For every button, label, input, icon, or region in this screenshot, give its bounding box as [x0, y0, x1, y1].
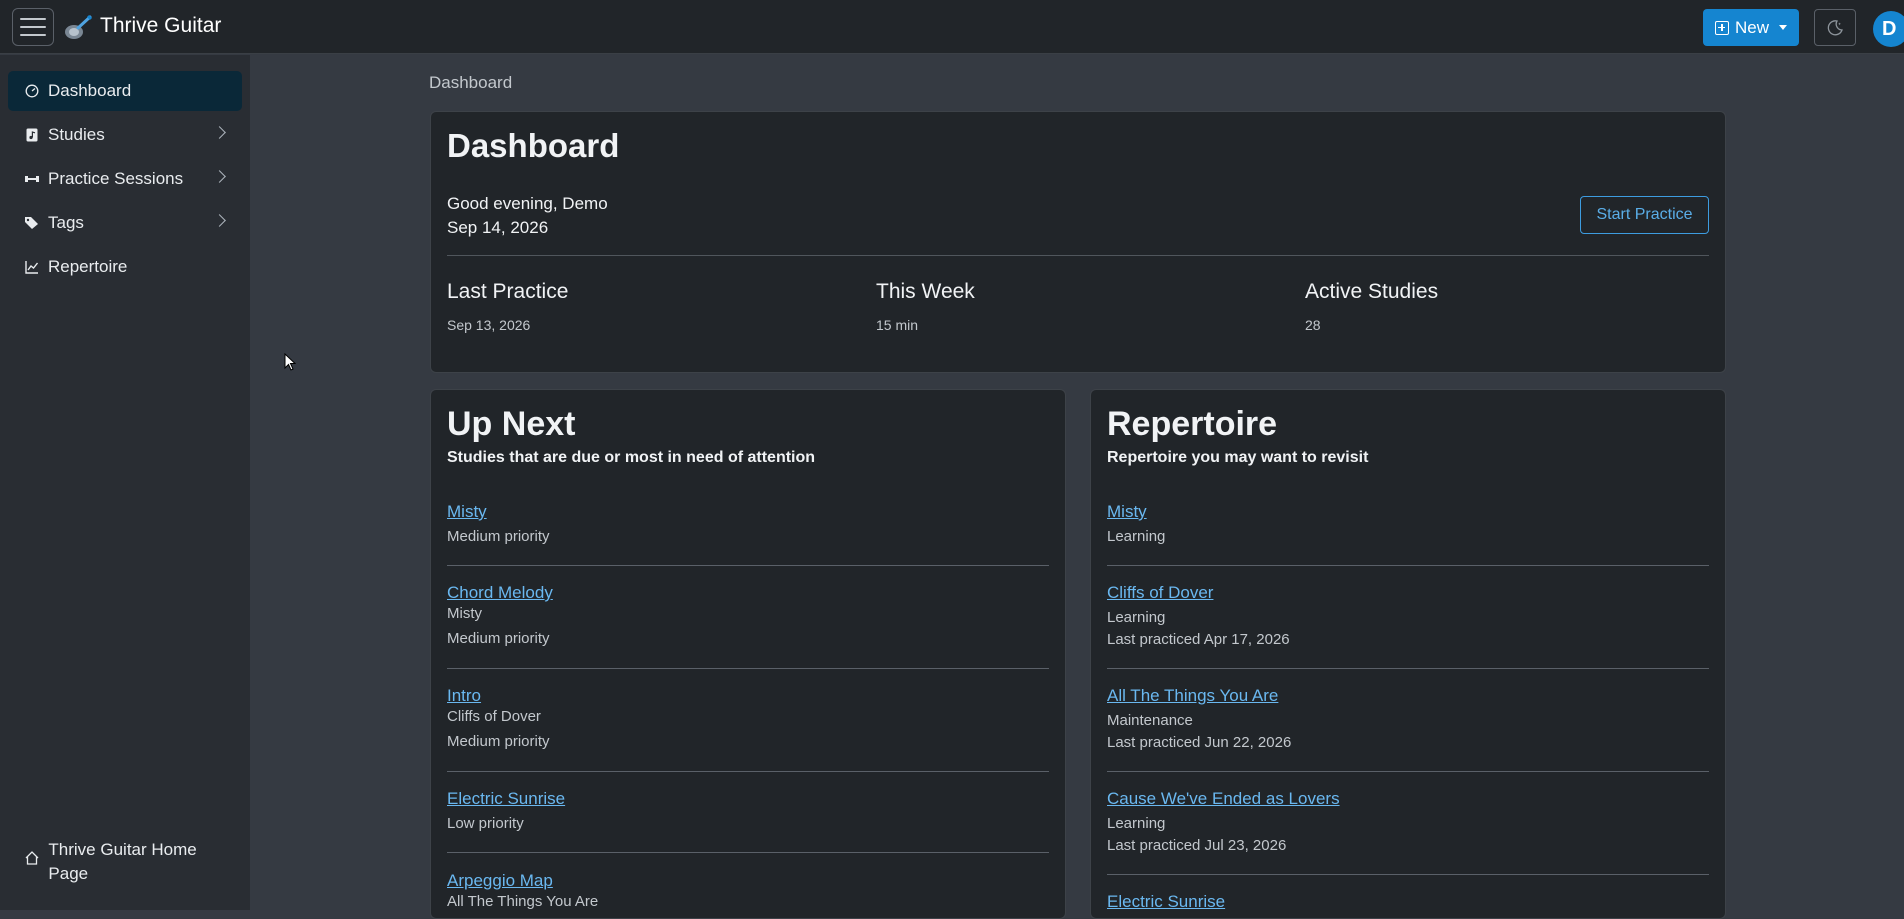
stat-this-week: This Week 15 min [876, 280, 975, 333]
sidebar-item-tags[interactable]: Tags [8, 203, 242, 243]
stat-value: Sep 13, 2026 [447, 317, 531, 333]
study-link[interactable]: Electric Sunrise [447, 789, 1049, 809]
item-detail: Maintenance [1107, 712, 1193, 729]
item-detail: Last practiced Apr 17, 2026 [1107, 631, 1290, 648]
new-dropdown-button[interactable]: New [1703, 9, 1799, 46]
greeting-text: Good evening, Demo [447, 194, 608, 213]
chevron-right-icon [213, 170, 226, 183]
study-link[interactable]: Intro [447, 686, 1049, 706]
study-link[interactable]: Arpeggio Map [447, 871, 1049, 891]
divider [447, 668, 1049, 669]
tags-icon [24, 215, 40, 231]
item-detail: Low priority [447, 815, 524, 832]
dumbbell-icon [24, 171, 40, 187]
item-detail: Medium priority [447, 630, 550, 647]
sidebar-item-repertoire[interactable]: Repertoire [8, 247, 242, 287]
sidebar-item-label: Repertoire [48, 257, 128, 276]
guitar-logo-icon [65, 14, 92, 39]
repertoire-link[interactable]: All The Things You Are [1107, 686, 1709, 706]
start-practice-button[interactable]: Start Practice [1580, 196, 1709, 234]
app-brand[interactable]: Thrive Guitar [100, 14, 221, 38]
sidebar-item-label: Tags [48, 213, 84, 232]
list-item: Electric Sunrise [1107, 892, 1709, 912]
item-detail: Learning [1107, 528, 1166, 545]
divider [1107, 874, 1709, 875]
stat-value: 15 min [876, 317, 919, 333]
sidebar-item-dashboard[interactable]: Dashboard [8, 71, 242, 111]
divider [447, 255, 1709, 256]
plus-square-icon [1714, 20, 1729, 35]
repertoire-subtitle: Repertoire you may want to revisit [1107, 449, 1369, 466]
divider [1107, 668, 1709, 669]
repertoire-link[interactable]: Cliffs of Dover [1107, 583, 1709, 603]
item-detail: Medium priority [447, 733, 550, 750]
divider [1107, 771, 1709, 772]
up-next-subtitle: Studies that are due or most in need of … [447, 449, 816, 466]
divider [447, 771, 1049, 772]
chevron-right-icon [213, 214, 226, 227]
chart-line-icon [24, 259, 40, 275]
house-icon [24, 838, 40, 886]
top-navbar: Thrive Guitar New D [0, 0, 1904, 54]
sidebar-item-studies[interactable]: Studies [8, 115, 242, 155]
sidebar-home-link[interactable]: Thrive Guitar Home Page [24, 838, 224, 886]
list-item: Electric Sunrise Low priority [447, 789, 1049, 835]
item-detail: Cliffs of Dover [447, 708, 541, 725]
file-music-icon [24, 127, 40, 143]
list-item: Cliffs of Dover Learning Last practiced … [1107, 583, 1709, 651]
repertoire-link[interactable]: Electric Sunrise [1107, 892, 1709, 912]
caret-down-icon [1779, 25, 1787, 30]
repertoire-link[interactable]: Misty [1107, 502, 1709, 522]
stat-active-studies: Active Studies 28 [1305, 280, 1438, 333]
item-detail: Last practiced Jul 23, 2026 [1107, 837, 1287, 854]
item-detail: Last practiced Jun 22, 2026 [1107, 734, 1292, 751]
divider [447, 565, 1049, 566]
list-item: Arpeggio Map All The Things You Are [447, 871, 1049, 913]
new-button-label: New [1734, 17, 1769, 37]
divider [1107, 565, 1709, 566]
stat-value: 28 [1305, 317, 1321, 333]
list-item: Chord Melody Misty Medium priority [447, 583, 1049, 650]
item-detail: Learning [1107, 815, 1166, 832]
list-item: Misty Medium priority [447, 502, 1049, 548]
gauge-icon [24, 83, 40, 99]
dashboard-card: Dashboard Good evening, Demo Sep 14, 202… [430, 111, 1726, 373]
divider [447, 852, 1049, 853]
list-item: Misty Learning [1107, 502, 1709, 548]
sidebar-item-label: Studies [48, 125, 105, 144]
greeting-block: Good evening, Demo Sep 14, 2026 [447, 192, 608, 240]
chevron-right-icon [213, 126, 226, 139]
sidebar: Dashboard Studies Practice Sessions Tags… [0, 55, 250, 910]
breadcrumb: Dashboard [429, 73, 513, 92]
up-next-card: Up Next Studies that are due or most in … [430, 389, 1066, 919]
item-detail: Misty [447, 605, 482, 622]
stat-last-practice: Last Practice Sep 13, 2026 [447, 280, 568, 333]
sidebar-item-label: Dashboard [48, 81, 132, 100]
list-item: Intro Cliffs of Dover Medium priority [447, 686, 1049, 753]
moon-icon [1827, 19, 1843, 35]
list-item: All The Things You Are Maintenance Last … [1107, 686, 1709, 754]
list-item: Cause We've Ended as Lovers Learning Las… [1107, 789, 1709, 857]
current-date: Sep 14, 2026 [447, 218, 549, 237]
stat-title: Active Studies [1305, 280, 1439, 303]
repertoire-card: Repertoire Repertoire you may want to re… [1090, 389, 1726, 919]
stat-title: This Week [876, 280, 975, 303]
up-next-title: Up Next [447, 405, 576, 443]
sidebar-item-label: Practice Sessions [48, 169, 184, 188]
repertoire-title: Repertoire [1107, 405, 1278, 443]
sidebar-home-label: Thrive Guitar Home Page [48, 840, 197, 883]
user-avatar[interactable]: D [1873, 11, 1904, 47]
repertoire-link[interactable]: Cause We've Ended as Lovers [1107, 789, 1709, 809]
item-detail: Learning [1107, 609, 1166, 626]
stat-title: Last Practice [447, 280, 569, 303]
mouse-cursor-icon [284, 353, 296, 371]
item-detail: Medium priority [447, 528, 550, 545]
study-link[interactable]: Chord Melody [447, 583, 1049, 603]
theme-toggle-button[interactable] [1814, 9, 1856, 46]
menu-toggle-button[interactable] [12, 8, 54, 46]
sidebar-item-practice-sessions[interactable]: Practice Sessions [8, 159, 242, 199]
study-link[interactable]: Misty [447, 502, 1049, 522]
page-title: Dashboard [447, 127, 620, 164]
